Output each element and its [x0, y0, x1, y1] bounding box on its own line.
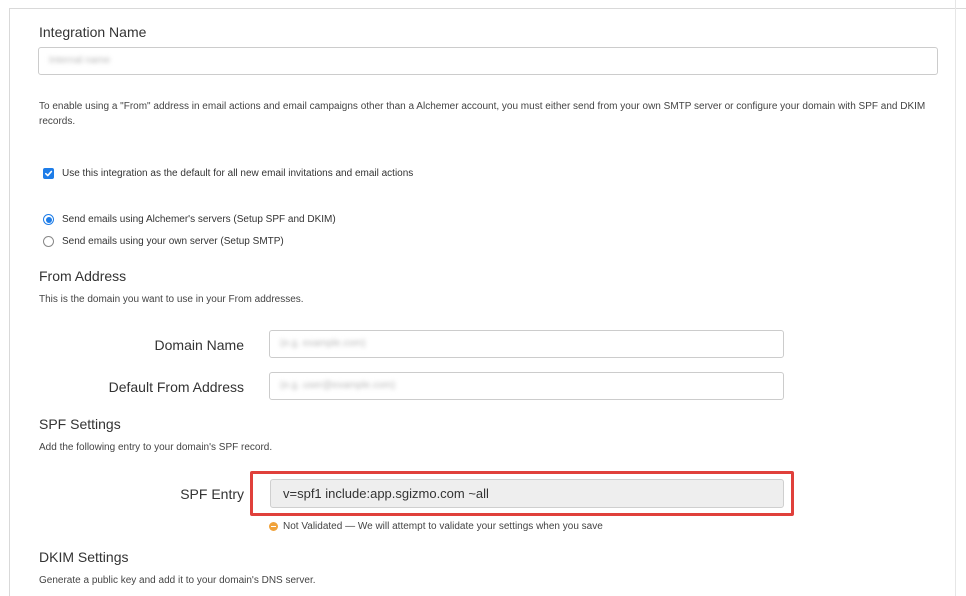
spf-validation-status: Not Validated — We will attempt to valid…: [269, 521, 603, 532]
default-from-address-label: Default From Address: [108, 379, 244, 395]
default-integration-option[interactable]: Use this integration as the default for …: [43, 168, 413, 179]
send-option-smtp-label: Send emails using your own server (Setup…: [62, 236, 284, 247]
default-integration-label: Use this integration as the default for …: [62, 168, 414, 179]
dkim-settings-heading: DKIM Settings: [39, 549, 129, 565]
checkmark-icon: [44, 170, 53, 177]
send-option-alchemer-radio[interactable]: [43, 214, 54, 225]
spf-entry-label: SPF Entry: [180, 486, 244, 502]
spf-settings-description: Add the following entry to your domain's…: [39, 442, 273, 453]
default-from-address-input[interactable]: (e.g. user@example.com): [269, 372, 784, 400]
send-option-alchemer[interactable]: Send emails using Alchemer's servers (Se…: [43, 214, 336, 225]
integration-name-heading: Integration Name: [39, 24, 147, 40]
spf-entry-field[interactable]: v=spf1 include:app.sgizmo.com ~all: [270, 479, 784, 508]
default-from-address-placeholder: (e.g. user@example.com): [280, 380, 396, 391]
spf-validation-message: Not Validated — We will attempt to valid…: [283, 521, 603, 532]
spf-settings-heading: SPF Settings: [39, 416, 121, 432]
domain-name-placeholder: (e.g. example.com): [280, 338, 366, 349]
from-address-heading: From Address: [39, 268, 127, 284]
integration-name-input[interactable]: Internal name: [38, 47, 938, 75]
send-option-smtp-radio[interactable]: [43, 236, 54, 247]
domain-name-label: Domain Name: [154, 337, 244, 353]
send-option-alchemer-label: Send emails using Alchemer's servers (Se…: [62, 214, 336, 225]
warning-icon: [269, 522, 278, 531]
default-integration-checkbox[interactable]: [43, 168, 54, 179]
integration-name-placeholder: Internal name: [49, 55, 111, 66]
domain-name-input[interactable]: (e.g. example.com): [269, 330, 784, 358]
send-option-smtp[interactable]: Send emails using your own server (Setup…: [43, 236, 284, 247]
from-address-info-text: To enable using a "From" address in emai…: [39, 101, 926, 127]
panel-right-divider: [955, 0, 956, 596]
dkim-settings-description: Generate a public key and add it to your…: [39, 575, 316, 586]
from-address-description: This is the domain you want to use in yo…: [39, 294, 304, 305]
